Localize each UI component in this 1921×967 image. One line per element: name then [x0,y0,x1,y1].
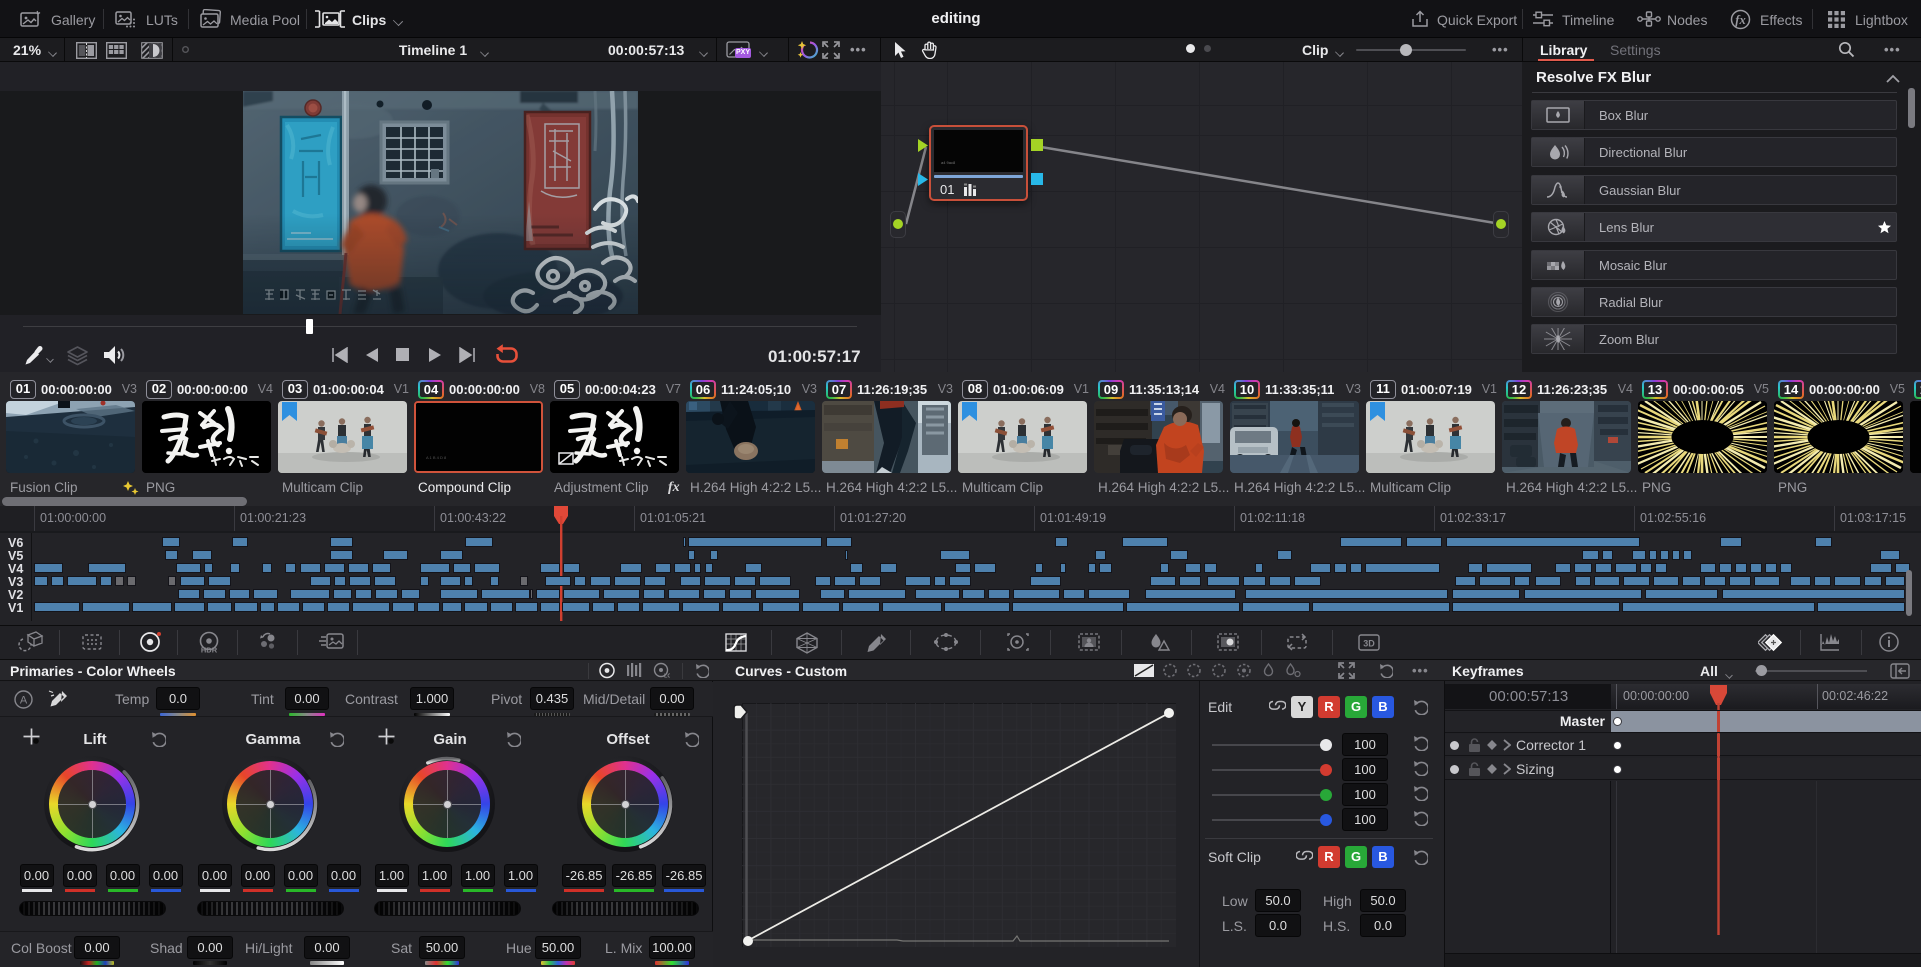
svg-text:A: A [20,695,28,707]
svg-text:HDR: HDR [201,646,218,655]
svg-text:A 1 B 4 D 8: A 1 B 4 D 8 [426,455,447,460]
svg-text:LOG: LOG [664,674,670,680]
svg-text:fx: fx [1735,13,1745,27]
svg-text:3D: 3D [1363,639,1375,649]
